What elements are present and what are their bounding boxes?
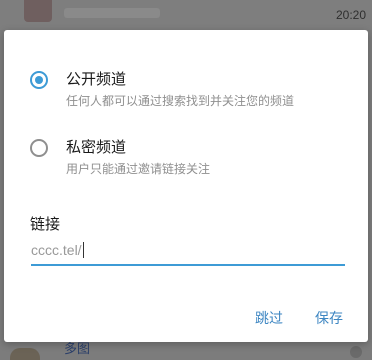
link-input-value: cccc.tel/	[31, 242, 82, 258]
option-title: 私密频道	[66, 138, 127, 156]
background-chat-header	[0, 0, 372, 30]
save-button[interactable]: 保存	[315, 308, 343, 328]
chat-name-blurred	[64, 8, 160, 18]
radio-checked-icon[interactable]	[30, 71, 48, 89]
channel-type-dialog: 公开频道 任何人都可以通过搜索找到并关注您的频道 私密频道 用户只能通过邀请链接…	[4, 30, 368, 342]
skip-button[interactable]: 跳过	[255, 308, 283, 328]
text-caret	[82, 242, 84, 258]
chat-avatar	[24, 0, 52, 22]
background-chat-footer	[0, 340, 372, 360]
chat-avatar-bottom	[10, 348, 40, 360]
chat-time: 20:20	[335, 8, 366, 22]
option-title: 公开频道	[66, 70, 127, 88]
link-label: 链接	[30, 215, 61, 233]
link-input[interactable]: cccc.tel/	[31, 236, 345, 266]
option-description: 用户只能通过邀请链接关注	[66, 162, 211, 176]
option-description: 任何人都可以通过搜索找到并关注您的频道	[66, 94, 295, 108]
radio-unchecked-icon[interactable]	[30, 139, 48, 157]
unread-badge	[350, 346, 362, 358]
